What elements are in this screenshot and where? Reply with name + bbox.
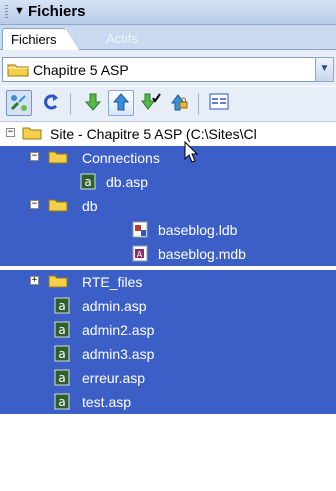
tree-item-rte-files[interactable]: + RTE_files — [0, 270, 336, 294]
tree-item-baseblog-ldb[interactable]: baseblog.ldb — [0, 218, 336, 242]
asp-file-icon: a — [54, 297, 70, 314]
svg-text:a: a — [84, 175, 91, 189]
download-arrow-icon — [84, 93, 102, 111]
tree-item-label: baseblog.mdb — [158, 246, 246, 262]
tree-item-admin-asp[interactable]: a admin.asp — [0, 294, 336, 318]
tab-fichiers[interactable]: Fichiers — [2, 28, 78, 50]
tree-item-db[interactable]: − db — [0, 194, 336, 218]
expand-button[interactable] — [206, 90, 232, 116]
tree-item-label: test.asp — [82, 394, 132, 410]
toolbar-separator — [198, 93, 199, 115]
tree-item-label: admin3.asp — [82, 346, 155, 362]
site-dropdown[interactable]: Chapitre 5 ASP ▼ — [2, 57, 334, 82]
asp-file-icon: a — [54, 393, 70, 410]
tree-item-label: admin.asp — [82, 298, 147, 314]
asp-file-icon: a — [54, 345, 70, 362]
tab-bar: Fichiers Actifs — [0, 25, 336, 50]
tree-item-label: Connections — [82, 150, 160, 166]
files-toolbar — [0, 87, 336, 122]
get-button[interactable] — [80, 90, 106, 116]
put-button[interactable] — [108, 90, 134, 116]
tree-item-admin3-asp[interactable]: a admin3.asp — [0, 342, 336, 366]
mouse-pointer-icon — [184, 141, 199, 163]
folder-icon — [22, 127, 42, 140]
tree-item-db-asp[interactable]: a db.asp — [0, 170, 336, 194]
folder-icon — [48, 151, 68, 164]
svg-text:a: a — [58, 323, 65, 337]
collapse-toggle-icon[interactable]: − — [6, 128, 15, 137]
asp-file-icon: a — [54, 321, 70, 338]
site-row: Chapitre 5 ASP ▼ — [0, 50, 336, 86]
asp-file-icon: a — [54, 369, 70, 386]
refresh-icon — [44, 94, 58, 110]
tree-item-label: RTE_files — [82, 274, 143, 290]
upload-arrow-icon — [112, 93, 130, 111]
tree-item-site[interactable]: − Site - Chapitre 5 ASP (C:\Sites\Cl — [0, 122, 336, 146]
svg-text:a: a — [58, 347, 65, 361]
expand-toggle-icon[interactable]: + — [30, 276, 39, 285]
tree-item-label: db.asp — [106, 174, 149, 190]
files-panel: ▼ Fichiers Fichiers Actifs Chapitre 5 AS… — [0, 0, 336, 491]
check-in-icon — [171, 94, 188, 111]
check-in-button[interactable] — [166, 90, 192, 116]
expand-icon — [209, 93, 229, 110]
tree-item-erreur-asp[interactable]: a erreur.asp — [0, 366, 336, 390]
svg-text:a: a — [58, 395, 65, 409]
file-tree: − Site - Chapitre 5 ASP (C:\Sites\Cl − C… — [0, 122, 336, 491]
tree-item-connections[interactable]: − Connections — [0, 146, 336, 170]
asp-file-icon: a — [80, 173, 96, 190]
collapse-toggle-icon[interactable]: − — [30, 200, 39, 209]
folder-icon — [7, 64, 29, 77]
svg-text:a: a — [58, 299, 65, 313]
svg-text:a: a — [58, 371, 65, 385]
collapse-arrow-icon[interactable]: ▼ — [14, 5, 25, 17]
connect-button[interactable] — [6, 90, 32, 116]
ldb-file-icon — [132, 221, 148, 238]
svg-text:A: A — [137, 250, 143, 259]
site-dropdown-value: Chapitre 5 ASP — [33, 62, 129, 78]
tree-item-label: baseblog.ldb — [158, 222, 238, 238]
collapse-toggle-icon[interactable]: − — [30, 152, 39, 161]
check-out-icon — [141, 93, 161, 110]
tree-item-test-asp[interactable]: a test.asp — [0, 390, 336, 414]
toolbar-separator — [70, 93, 71, 115]
chevron-down-icon[interactable]: ▼ — [315, 57, 334, 82]
check-out-button[interactable] — [138, 90, 164, 116]
refresh-button[interactable] — [38, 90, 64, 116]
tree-item-admin2-asp[interactable]: a admin2.asp — [0, 318, 336, 342]
connect-icon — [10, 95, 27, 111]
tree-item-label: admin2.asp — [82, 322, 155, 338]
tree-item-label: Site - Chapitre 5 ASP (C:\Sites\Cl — [50, 126, 257, 142]
tree-item-label: db — [82, 198, 98, 214]
folder-icon — [48, 199, 68, 212]
tab-actifs[interactable]: Actifs — [98, 28, 146, 49]
tree-item-label: erreur.asp — [82, 370, 146, 386]
mdb-file-icon: A — [132, 245, 148, 262]
panel-titlebar[interactable]: ▼ Fichiers — [0, 0, 336, 25]
tree-item-baseblog-mdb[interactable]: A baseblog.mdb — [0, 242, 336, 266]
folder-icon — [48, 275, 68, 288]
panel-title: Fichiers — [28, 3, 86, 20]
grip-handle[interactable] — [5, 5, 8, 19]
